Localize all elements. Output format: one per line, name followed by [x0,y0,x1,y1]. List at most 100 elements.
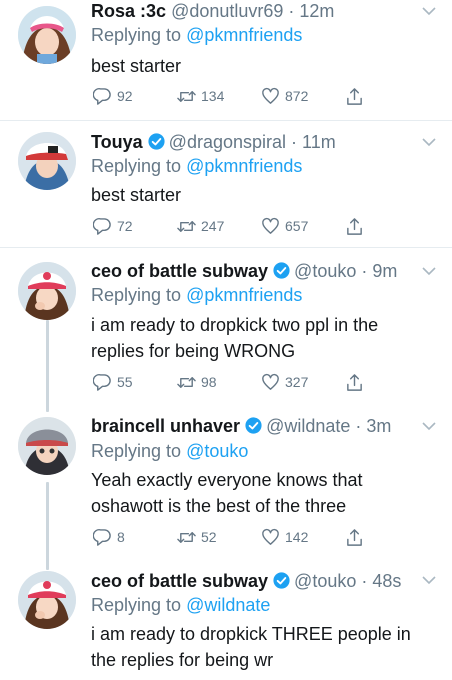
chevron-down-icon[interactable] [422,575,436,585]
share-button[interactable] [345,372,364,392]
retweet-button[interactable]: 134 [177,86,224,106]
avatar[interactable] [18,132,76,190]
reply-icon [93,528,111,546]
display-name[interactable]: ceo of battle subway [91,571,268,591]
tweet-actions: 92 134 872 [93,86,383,106]
handle[interactable]: @touko [294,261,356,281]
timestamp[interactable]: 48s [372,571,401,591]
like-count: 657 [285,218,309,234]
separator-dot: · [286,132,303,152]
like-count: 142 [285,529,309,545]
tweet[interactable]: ceo of battle subway @touko · 9m Replying… [0,248,452,403]
like-count: 327 [285,374,309,390]
reply-icon [93,373,111,391]
like-button[interactable]: 872 [261,86,308,106]
display-name[interactable]: ceo of battle subway [91,261,268,281]
tweet[interactable]: Touya @dragonspiral · 11m Replying to @pk… [0,121,452,247]
timestamp[interactable]: 12m [299,1,334,21]
avatar[interactable] [18,262,76,320]
mention-link[interactable]: @pkmnfriends [186,25,302,45]
like-button[interactable]: 327 [261,372,308,392]
separator-dot: · [356,261,373,281]
handle[interactable]: @dragonspiral [169,132,286,152]
handle[interactable]: @wildnate [266,416,350,436]
retweet-count: 247 [201,218,225,234]
chevron-down-icon[interactable] [422,266,436,276]
share-button[interactable] [345,86,364,106]
share-icon [347,373,362,391]
reply-button[interactable]: 55 [93,372,133,392]
verified-badge-icon [148,133,165,150]
retweet-count: 52 [201,529,217,545]
share-button[interactable] [345,216,364,236]
tweet-text: best starter [91,56,182,76]
tweet-header: Rosa :3c @donutluvr69 · 12m [91,0,422,22]
tweet-actions: 72 247 657 [93,216,383,236]
mention-link[interactable]: @pkmnfriends [186,285,302,305]
share-icon [347,528,362,546]
tweet-header: ceo of battle subway @touko · 9m [91,260,422,282]
retweet-button[interactable]: 98 [177,372,217,392]
reply-button[interactable]: 72 [93,216,133,236]
like-button[interactable]: 657 [261,216,308,236]
replying-to: Replying to @wildnate [91,594,270,616]
reply-icon [93,87,111,105]
reply-icon [93,217,111,235]
separator-dot: · [350,416,367,436]
chevron-down-icon[interactable] [422,6,436,16]
chevron-down-icon[interactable] [422,137,436,147]
share-button[interactable] [345,527,364,547]
tweet-actions: 8 52 142 [93,527,383,547]
retweet-count: 98 [201,374,217,390]
tweet[interactable]: ceo of battle subway @touko · 48s Replyin… [0,563,452,680]
reply-count: 55 [117,374,133,390]
retweet-button[interactable]: 52 [177,527,217,547]
handle[interactable]: @touko [294,571,356,591]
reply-button[interactable]: 92 [93,86,133,106]
tweet-header: braincell unhaver @wildnate · 3m [91,415,422,437]
retweet-icon [177,376,196,388]
heart-icon [262,373,279,390]
replying-label: Replying to [91,25,182,45]
replying-to: Replying to @pkmnfriends [91,24,302,46]
avatar[interactable] [18,417,76,475]
reply-count: 72 [117,218,133,234]
verified-badge-icon [273,572,290,589]
timestamp[interactable]: 11m [302,132,336,152]
tweet[interactable]: Rosa :3c @donutluvr69 · 12m Replying to … [0,0,452,120]
retweet-icon [177,531,196,543]
avatar[interactable] [18,6,76,64]
reply-count: 92 [117,88,133,104]
mention-link[interactable]: @touko [186,441,248,461]
separator-dot: · [356,571,373,591]
like-button[interactable]: 142 [261,527,308,547]
tweet-header: Touya @dragonspiral · 11m [91,131,422,153]
display-name[interactable]: braincell unhaver [91,416,240,436]
avatar[interactable] [18,571,76,629]
tweet[interactable]: braincell unhaver @wildnate · 3m Replying… [0,403,452,563]
verified-badge-icon [273,262,290,279]
tweet-actions: 55 98 327 [93,372,383,392]
mention-link[interactable]: @wildnate [186,595,270,615]
retweet-count: 134 [201,88,225,104]
separator-dot: · [283,1,300,21]
retweet-button[interactable]: 247 [177,216,224,236]
verified-badge-icon [245,417,262,434]
replying-to: Replying to @pkmnfriends [91,155,302,177]
tweet-text: best starter [91,185,182,205]
display-name[interactable]: Touya [91,132,143,152]
tweet-text: i am ready to dropkick THREE people in t… [91,624,411,670]
chevron-down-icon[interactable] [422,421,436,431]
like-count: 872 [285,88,309,104]
mention-link[interactable]: @pkmnfriends [186,156,302,176]
reply-count: 8 [117,529,125,545]
retweet-icon [177,90,196,102]
reply-button[interactable]: 8 [93,527,125,547]
handle[interactable]: @donutluvr69 [171,1,283,21]
share-icon [347,217,362,235]
timestamp[interactable]: 9m [372,261,397,281]
heart-icon [262,217,279,234]
timestamp[interactable]: 3m [366,416,391,436]
display-name[interactable]: Rosa :3c [91,1,166,21]
tweet-text: i am ready to dropkick two ppl in the re… [91,315,379,361]
